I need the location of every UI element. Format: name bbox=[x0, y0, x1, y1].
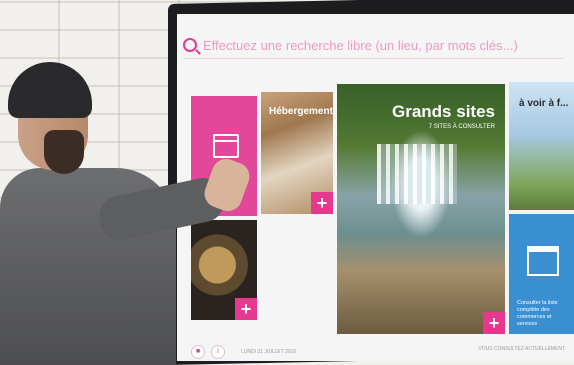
grands-sites-subtitle: 7 SITES À CONSULTER bbox=[428, 124, 495, 130]
grands-sites-tile[interactable]: Grands sites 7 SITES À CONSULTER + bbox=[337, 84, 505, 334]
commerces-label: Consulter la liste complète des commerce… bbox=[517, 300, 558, 327]
search-icon bbox=[183, 38, 197, 52]
date-label: LUNDI 31 JUILLET 2016 bbox=[241, 349, 297, 355]
search-input[interactable]: Effectuez une recherche libre (un lieu, … bbox=[203, 38, 518, 53]
hebergements-tile[interactable]: Hébergements + bbox=[261, 92, 333, 214]
commerces-tile[interactable]: Consulter la liste complète des commerce… bbox=[509, 214, 574, 334]
hebergements-title: Hébergements bbox=[269, 106, 333, 117]
screen-footer: ■ i LUNDI 31 JUILLET 2016 VOUS CONSULTEZ… bbox=[191, 344, 571, 360]
language-flag-icon[interactable]: ■ bbox=[191, 345, 205, 359]
family-tile[interactable]: à voir à f... bbox=[509, 82, 574, 210]
calendar-icon bbox=[213, 134, 239, 158]
family-title: à voir à f... bbox=[519, 98, 569, 109]
info-icon[interactable]: i bbox=[211, 345, 225, 359]
plus-icon[interactable]: + bbox=[311, 192, 333, 214]
waterfall-image bbox=[377, 144, 457, 204]
search-bar[interactable]: Effectuez une recherche libre (un lieu, … bbox=[183, 34, 543, 56]
shop-icon bbox=[527, 246, 559, 276]
plus-icon[interactable]: + bbox=[235, 298, 257, 320]
footer-status: VOUS CONSULTEZ ACTUELLEMENT bbox=[478, 346, 565, 352]
person-beard bbox=[44, 130, 84, 174]
plus-icon[interactable]: + bbox=[483, 312, 505, 334]
restaurants-tile[interactable]: + bbox=[191, 220, 257, 320]
grands-sites-title: Grands sites bbox=[392, 102, 495, 121]
